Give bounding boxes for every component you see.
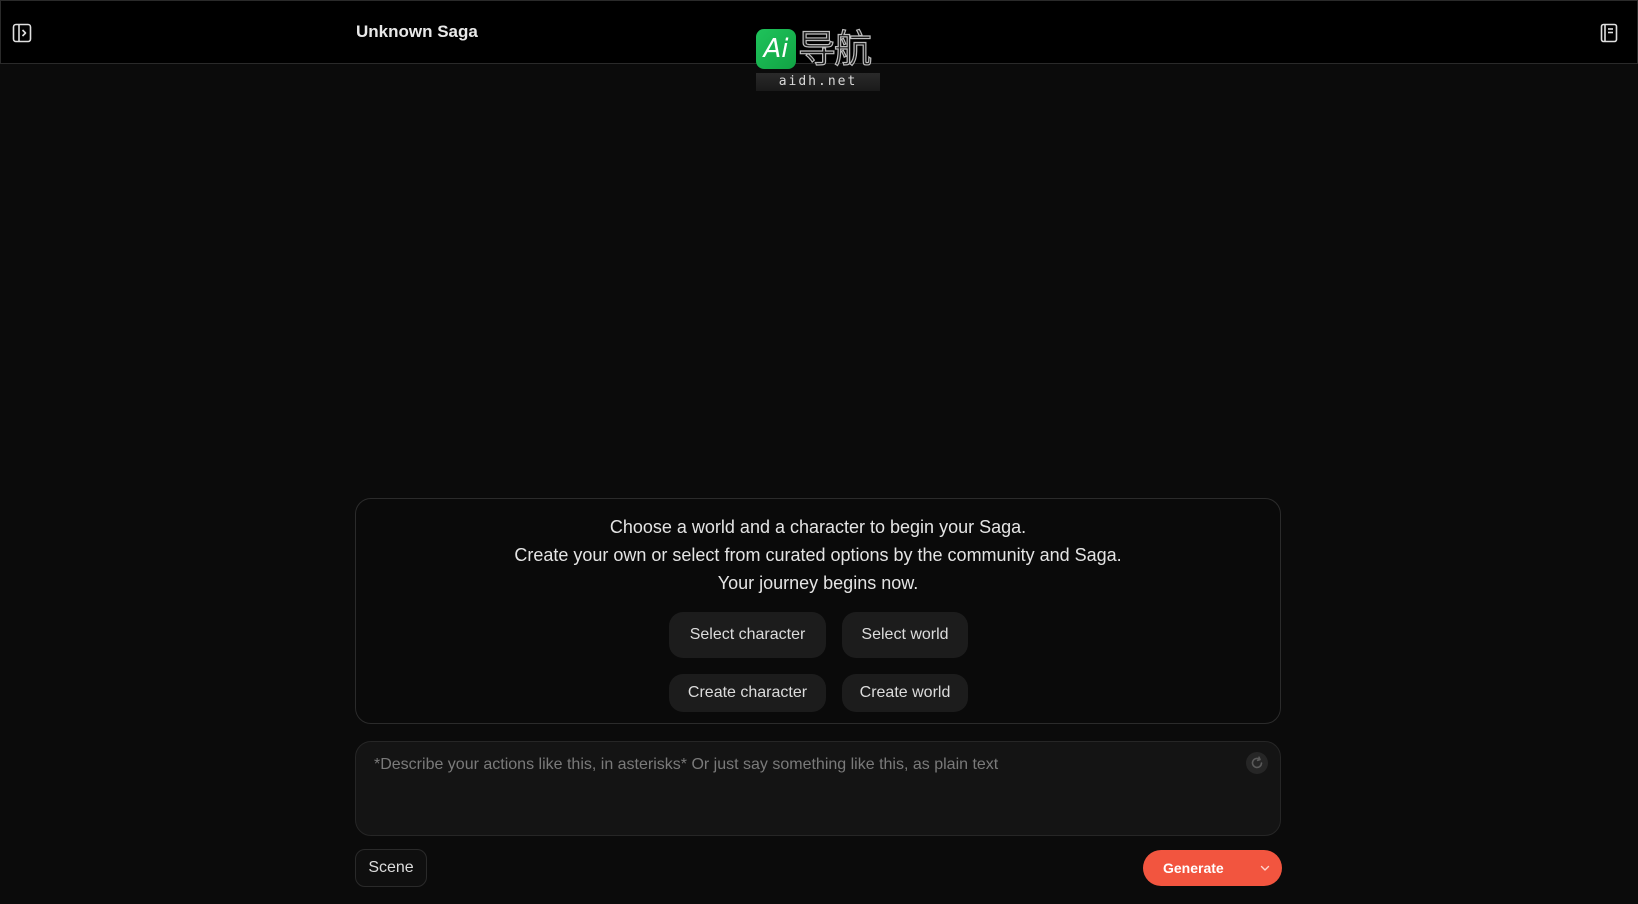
notebook-icon[interactable] bbox=[1598, 22, 1620, 44]
refresh-icon[interactable] bbox=[1246, 752, 1268, 774]
select-character-button[interactable]: Select character bbox=[669, 612, 826, 658]
generate-label: Generate bbox=[1163, 860, 1224, 876]
intro-line-1: Choose a world and a character to begin … bbox=[609, 517, 1027, 537]
watermark-cn-text: 导航 bbox=[797, 27, 872, 71]
select-world-button[interactable]: Select world bbox=[842, 612, 968, 658]
create-world-button[interactable]: Create world bbox=[842, 674, 968, 712]
sidebar-toggle-icon[interactable] bbox=[11, 22, 33, 44]
intro-line-2: Create your own or select from curated o… bbox=[514, 545, 1122, 565]
message-composer bbox=[355, 741, 1281, 836]
watermark-url: aidh.net bbox=[756, 73, 880, 91]
create-character-button[interactable]: Create character bbox=[669, 674, 826, 712]
chevron-down-icon[interactable] bbox=[1258, 861, 1272, 875]
intro-line-3: Your journey begins now. bbox=[717, 573, 919, 593]
action-input[interactable] bbox=[372, 754, 1236, 828]
intro-text: Choose a world and a character to begin … bbox=[356, 513, 1280, 597]
intro-card: Choose a world and a character to begin … bbox=[355, 498, 1281, 724]
scene-button[interactable]: Scene bbox=[355, 849, 427, 887]
watermark-badge: Ai bbox=[756, 29, 796, 69]
watermark-logo: Ai 导航 aidh.net bbox=[756, 27, 882, 91]
page-title: Unknown Saga bbox=[356, 22, 478, 41]
generate-button[interactable]: Generate bbox=[1143, 850, 1282, 886]
